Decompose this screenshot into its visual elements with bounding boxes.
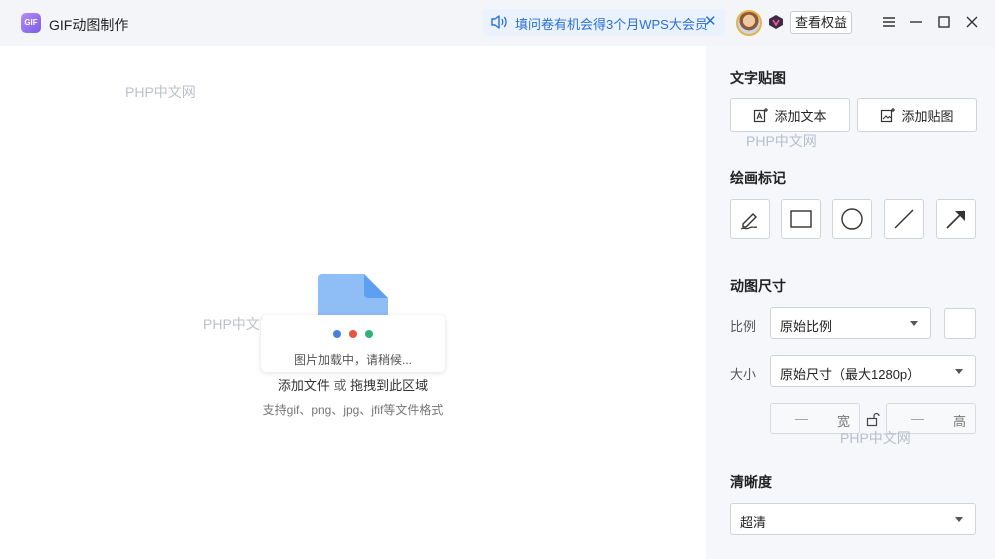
circle-tool[interactable]	[832, 199, 872, 239]
loading-card: 图片加载中，请稍候...	[261, 315, 445, 372]
size-value: 原始尺寸（最大1280p）	[780, 367, 921, 382]
title-bar: GIF GIF动图制作 填问卷有机会得3个月WPS大会员 ✕ 查看权益	[0, 0, 995, 46]
view-rights-button[interactable]: 查看权益	[790, 11, 852, 34]
chevron-down-icon	[955, 369, 963, 374]
speaker-icon	[491, 15, 507, 29]
avatar[interactable]	[736, 10, 762, 36]
loading-dot	[333, 330, 341, 338]
quality-select[interactable]: 超清	[730, 503, 976, 535]
unlock-icon[interactable]	[866, 411, 880, 427]
hamburger-menu-icon[interactable]	[880, 13, 898, 31]
ratio-select[interactable]: 原始比例	[770, 307, 931, 339]
rectangle-tool[interactable]	[781, 199, 821, 239]
ratio-label: 比例	[730, 319, 757, 334]
minimize-icon[interactable]	[907, 13, 925, 31]
height-placeholder: —	[911, 411, 924, 426]
watermark: PHP中文网	[840, 430, 911, 446]
pen-tool[interactable]	[730, 199, 770, 239]
size-select[interactable]: 原始尺寸（最大1280p）	[770, 355, 976, 387]
height-unit: 高	[952, 414, 966, 429]
drag-here-text: 拖拽到此区域	[350, 378, 429, 393]
loading-dot	[365, 330, 373, 338]
or-text: 或	[333, 378, 347, 393]
loading-dots	[333, 330, 375, 340]
notice-text[interactable]: 填问卷有机会得3个月WPS大会员	[515, 14, 708, 33]
chevron-down-icon	[955, 517, 963, 522]
drawing-title: 绘画标记	[730, 170, 786, 186]
gif-size-title: 动图尺寸	[730, 278, 786, 294]
add-sticker-label: 添加贴图	[901, 108, 954, 124]
add-text-label: 添加文本	[774, 108, 827, 124]
arrow-tool[interactable]	[936, 199, 976, 239]
add-file-link[interactable]: 添加文件	[278, 378, 330, 393]
line-tool[interactable]	[884, 199, 924, 239]
format-hint: 支持gif、png、jpg、jfif等文件格式	[262, 403, 444, 417]
background-color-picker[interactable]	[944, 308, 976, 339]
quality-value: 超清	[740, 515, 767, 530]
maximize-icon[interactable]	[935, 13, 953, 31]
vip-badge-icon[interactable]	[768, 14, 784, 30]
add-sticker-button[interactable]: 添加贴图	[857, 98, 977, 132]
pen-icon	[740, 213, 758, 230]
watermark: PHP中文网	[125, 84, 196, 100]
watermark: PHP中文网	[746, 133, 817, 149]
text-sticker-title: 文字贴图	[730, 70, 786, 86]
notice-banner[interactable]: 填问卷有机会得3个月WPS大会员 ✕	[483, 9, 725, 36]
drop-area[interactable]: PHP中文网 PHP中文网 图片加载中，请稍候... 添加文件 或 拖拽到此区域…	[0, 46, 706, 559]
rectangle-icon	[790, 210, 812, 228]
circle-icon	[841, 208, 863, 230]
width-placeholder: —	[795, 411, 808, 426]
add-sticker-icon	[881, 108, 896, 123]
loading-text: 图片加载中，请稍候...	[293, 353, 412, 367]
add-text-icon	[754, 108, 769, 123]
chevron-down-icon	[910, 321, 918, 326]
arrow-icon	[946, 210, 965, 229]
side-panel: 文字贴图 添加文本 添加贴图 PHP中文网 绘画标记 动图尺寸 比例 原始比例 …	[706, 46, 995, 559]
size-label: 大小	[730, 367, 757, 382]
loading-dot	[349, 330, 357, 338]
close-icon[interactable]	[963, 13, 981, 31]
line-icon	[894, 209, 914, 229]
notice-close-icon[interactable]: ✕	[704, 13, 717, 31]
quality-title: 清晰度	[730, 474, 772, 490]
ratio-value: 原始比例	[780, 319, 833, 334]
drop-instructions: 添加文件 或 拖拽到此区域	[0, 375, 706, 394]
add-text-button[interactable]: 添加文本	[730, 98, 850, 132]
app-logo-icon: GIF	[21, 13, 41, 33]
app-title: GIF动图制作	[49, 17, 129, 33]
